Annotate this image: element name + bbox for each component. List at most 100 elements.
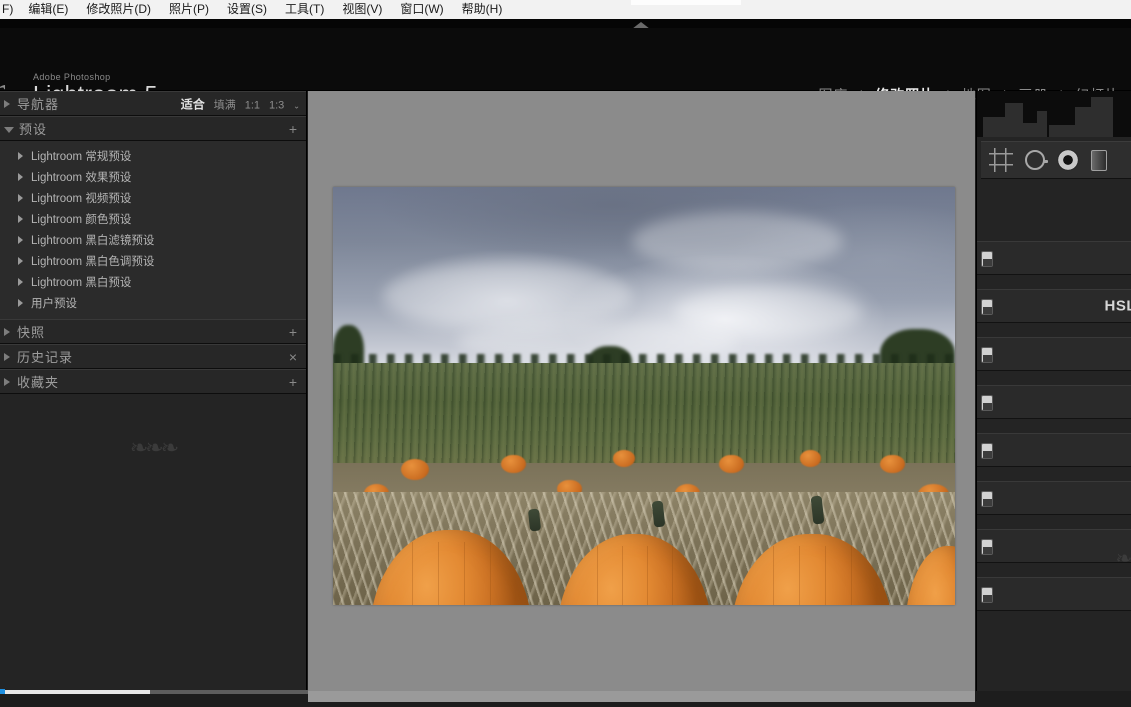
list-item[interactable]: Lightroom 黑白色调预设 bbox=[0, 250, 306, 271]
list-item[interactable]: Lightroom 效果预设 bbox=[0, 166, 306, 187]
panel-toggle-switch[interactable] bbox=[981, 443, 993, 459]
image-canvas[interactable] bbox=[308, 91, 975, 691]
graduated-filter-icon[interactable] bbox=[1091, 149, 1107, 171]
panel-toggle-switch[interactable] bbox=[981, 491, 993, 507]
menu-item-develop[interactable]: 修改照片(D) bbox=[77, 0, 160, 19]
lightroom-window: F) 编辑(E) 修改照片(D) 照片(P) 设置(S) 工具(T) 视图(V)… bbox=[0, 0, 1131, 707]
panel-gap bbox=[977, 515, 1131, 529]
add-collection-icon[interactable]: + bbox=[289, 375, 297, 389]
panel-gap bbox=[977, 371, 1131, 385]
menu-item-file[interactable]: F) bbox=[0, 0, 19, 19]
progress-fill bbox=[5, 690, 150, 694]
hsl-panel-header[interactable]: HSL bbox=[977, 289, 1131, 323]
chevron-right-icon[interactable] bbox=[18, 172, 23, 181]
navigator-title: 导航器 bbox=[17, 97, 60, 112]
chevron-right-icon[interactable] bbox=[4, 352, 10, 361]
clear-history-icon[interactable]: × bbox=[289, 350, 297, 364]
photo-pumpkin-stem bbox=[527, 508, 542, 532]
identity-plate: r Adobe Photoshop Lightroom 5 图库 | 修改照片 … bbox=[0, 28, 1131, 108]
chevron-right-icon[interactable] bbox=[18, 256, 23, 265]
red-eye-icon[interactable] bbox=[1057, 149, 1079, 171]
menu-item-tools[interactable]: 工具(T) bbox=[276, 0, 333, 19]
develop-tool-strip bbox=[981, 141, 1131, 179]
zoom-1-1[interactable]: 1:1 bbox=[245, 99, 260, 111]
split-toning-panel-header[interactable] bbox=[977, 337, 1131, 371]
list-item[interactable]: Lightroom 常规预设 bbox=[0, 145, 306, 166]
detail-panel-header[interactable] bbox=[977, 385, 1131, 419]
panel-toggle-switch[interactable] bbox=[981, 539, 993, 555]
chevron-right-icon[interactable] bbox=[4, 327, 10, 336]
lens-corrections-panel-header[interactable] bbox=[977, 433, 1131, 467]
progress-track[interactable] bbox=[150, 690, 308, 694]
preset-group-label: Lightroom 颜色预设 bbox=[31, 213, 132, 226]
application-menu-bar: F) 编辑(E) 修改照片(D) 照片(P) 设置(S) 工具(T) 视图(V)… bbox=[0, 0, 1131, 19]
chevron-right-icon[interactable] bbox=[18, 151, 23, 160]
panel-toggle-switch[interactable] bbox=[981, 251, 993, 267]
chevron-right-icon[interactable] bbox=[18, 235, 23, 244]
chevron-right-icon[interactable] bbox=[4, 377, 10, 386]
chevron-right-icon[interactable] bbox=[4, 99, 10, 108]
histogram[interactable] bbox=[977, 91, 1131, 137]
zoom-1-3[interactable]: 1:3 bbox=[269, 99, 284, 111]
zoom-fit[interactable]: 适合 bbox=[181, 95, 205, 112]
snapshots-title: 快照 bbox=[17, 325, 46, 340]
chevron-right-icon[interactable] bbox=[18, 298, 23, 307]
camera-calibration-panel-header[interactable] bbox=[977, 529, 1131, 563]
chevron-right-icon[interactable] bbox=[18, 193, 23, 202]
presets-panel-header[interactable]: 预设 + bbox=[0, 116, 306, 141]
effects-panel-header[interactable] bbox=[977, 481, 1131, 515]
chevron-right-icon[interactable] bbox=[18, 277, 23, 286]
spot-removal-icon[interactable] bbox=[1025, 150, 1048, 170]
chevron-right-icon[interactable] bbox=[18, 214, 23, 223]
photo-background-pumpkin bbox=[401, 458, 430, 480]
navigator-panel-header[interactable]: 导航器 适合 填满 1:1 1:3 ⌄ bbox=[0, 91, 306, 116]
panel-toggle-switch[interactable] bbox=[981, 587, 993, 603]
list-item[interactable]: Lightroom 颜色预设 bbox=[0, 208, 306, 229]
navigator-zoom-levels: 适合 填满 1:1 1:3 ⌄ bbox=[181, 95, 300, 112]
menu-item-photo[interactable]: 照片(P) bbox=[160, 0, 218, 19]
photo-background-pumpkin bbox=[612, 450, 635, 468]
progress-marker bbox=[0, 689, 5, 694]
preset-group-label: Lightroom 效果预设 bbox=[31, 171, 132, 184]
chevron-down-icon[interactable] bbox=[4, 126, 14, 133]
collections-panel-header[interactable]: 收藏夹 + bbox=[0, 369, 306, 394]
list-item[interactable]: Lightroom 黑白预设 bbox=[0, 271, 306, 292]
photo-background-pumpkin bbox=[500, 454, 526, 474]
preset-group-label: Lightroom 黑白色调预设 bbox=[31, 255, 155, 268]
panel-gap bbox=[977, 563, 1131, 577]
photo-cloud bbox=[382, 262, 632, 330]
photo-preview[interactable] bbox=[333, 187, 955, 605]
menu-item-view[interactable]: 视图(V) bbox=[333, 0, 391, 19]
crop-icon[interactable] bbox=[989, 148, 1013, 172]
panel-gap bbox=[977, 467, 1131, 481]
history-panel-header[interactable]: 历史记录 × bbox=[0, 344, 306, 369]
panel-gap bbox=[977, 275, 1131, 289]
preset-group-label: 用户预设 bbox=[31, 297, 77, 310]
panel-label: HSL bbox=[1104, 297, 1131, 315]
add-snapshot-icon[interactable]: + bbox=[289, 325, 297, 339]
menu-item-window[interactable]: 窗口(W) bbox=[391, 0, 452, 19]
add-preset-icon[interactable]: + bbox=[289, 122, 297, 136]
presets-title: 预设 bbox=[19, 122, 48, 137]
photo-background-pumpkin bbox=[799, 450, 822, 468]
list-item[interactable]: Lightroom 黑白滤镜预设 bbox=[0, 229, 306, 250]
chevron-down-icon[interactable]: ⌄ bbox=[293, 101, 300, 110]
extra-panel-header[interactable] bbox=[977, 577, 1131, 611]
panel-toggle-switch[interactable] bbox=[981, 395, 993, 411]
presets-list: Lightroom 常规预设 Lightroom 效果预设 Lightroom … bbox=[0, 141, 306, 319]
panel-toggle-switch[interactable] bbox=[981, 299, 993, 315]
basic-panel-header[interactable] bbox=[977, 241, 1131, 275]
panel-gap bbox=[977, 419, 1131, 433]
collections-title: 收藏夹 bbox=[17, 375, 60, 390]
panel-toggle-switch[interactable] bbox=[981, 347, 993, 363]
menu-item-settings[interactable]: 设置(S) bbox=[218, 0, 276, 19]
menu-item-edit[interactable]: 编辑(E) bbox=[19, 0, 77, 19]
snapshots-panel-header[interactable]: 快照 + bbox=[0, 319, 306, 344]
preset-group-label: Lightroom 黑白滤镜预设 bbox=[31, 234, 155, 247]
menu-item-help[interactable]: 帮助(H) bbox=[453, 0, 512, 19]
preset-group-label: Lightroom 常规预设 bbox=[31, 150, 132, 163]
list-item[interactable]: Lightroom 视频预设 bbox=[0, 187, 306, 208]
decorative-flourish-icon: ❧❧ bbox=[1115, 548, 1131, 570]
list-item[interactable]: 用户预设 bbox=[0, 292, 306, 313]
zoom-fill[interactable]: 填满 bbox=[214, 96, 236, 112]
